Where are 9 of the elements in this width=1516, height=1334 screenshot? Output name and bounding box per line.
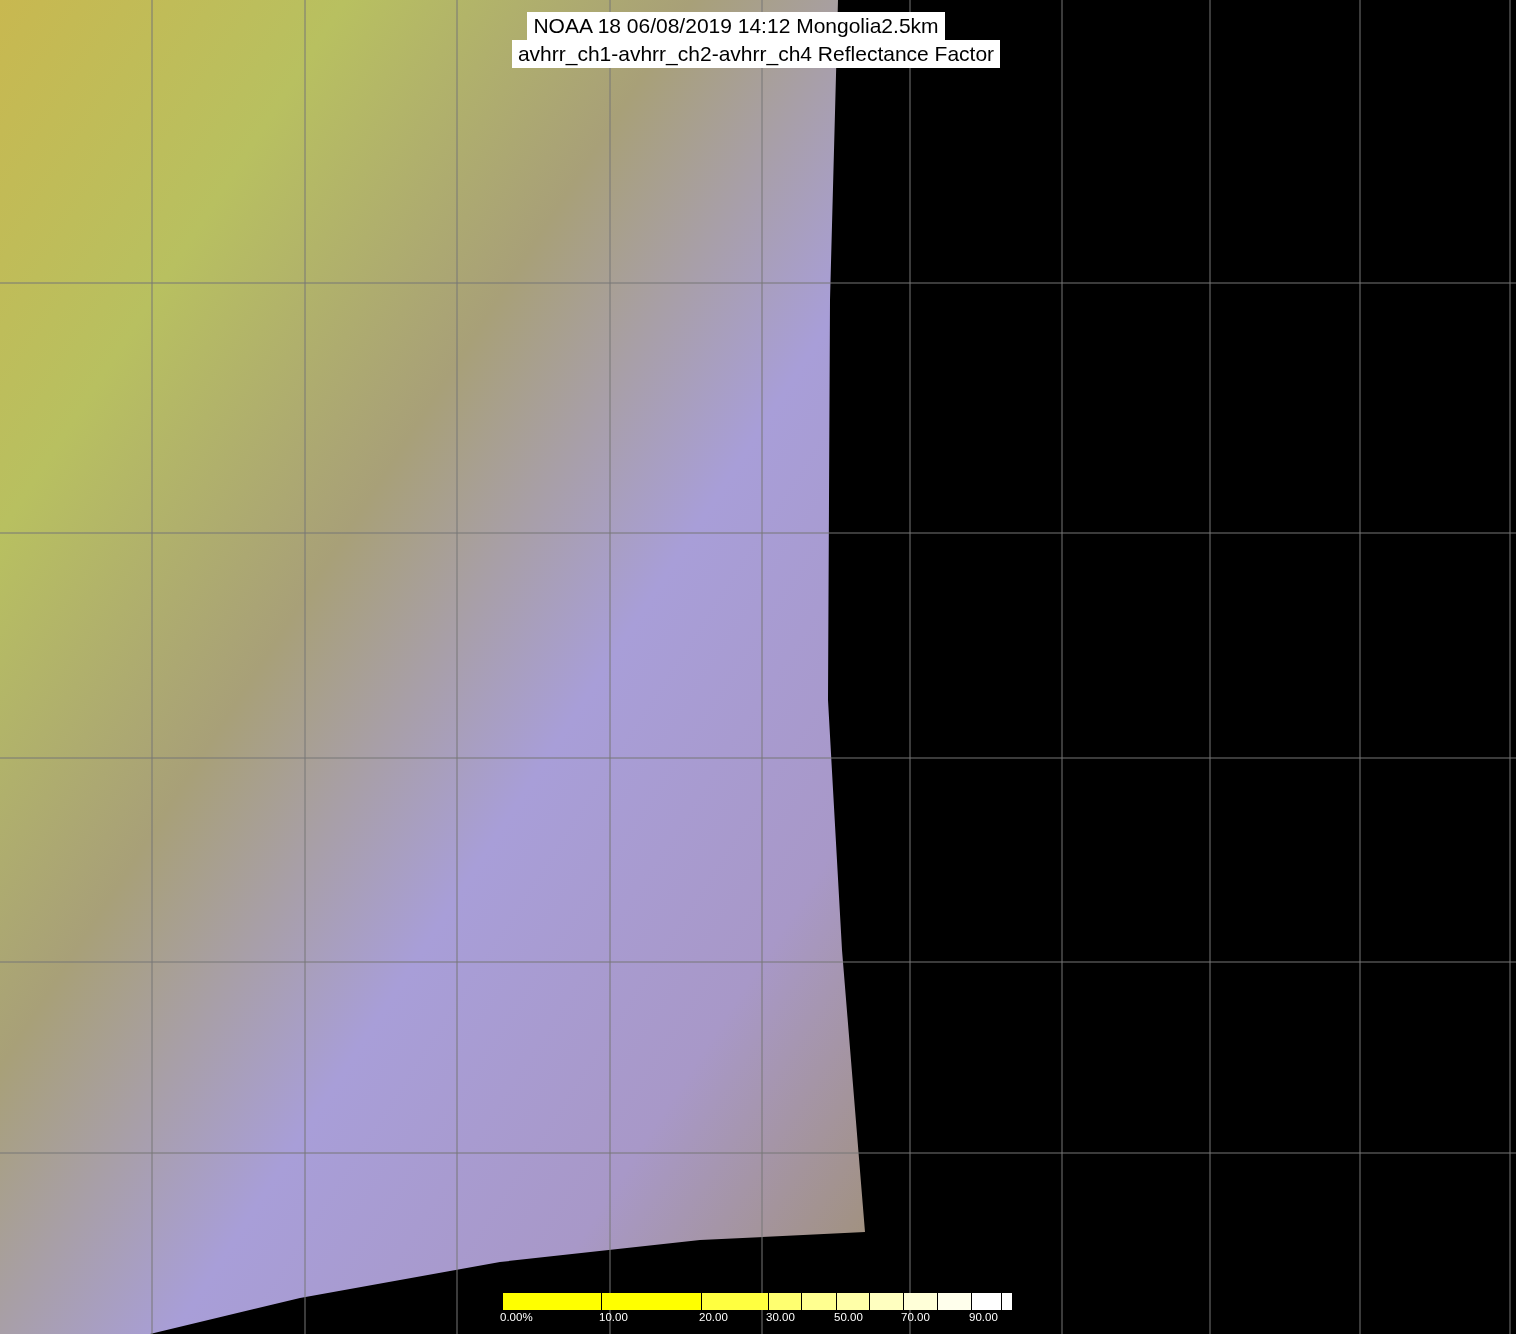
scale-label: 0.00% — [500, 1311, 533, 1323]
map-title: avhrr_ch1-avhrr_ch2-avhrr_ch4 Reflectance Factor — [511, 40, 1001, 68]
scale-label: 70.00 — [901, 1311, 930, 1323]
scale-label: 50.00 — [834, 1311, 863, 1323]
scale-label: 90.00 — [969, 1311, 998, 1323]
map-title: NOAA 18 06/08/2019 14:12 Mongolia2.5km — [527, 12, 945, 40]
scale-label: 20.00 — [699, 1311, 728, 1323]
scale-label: 30.00 — [766, 1311, 795, 1323]
scale-label: 10.00 — [599, 1311, 628, 1323]
